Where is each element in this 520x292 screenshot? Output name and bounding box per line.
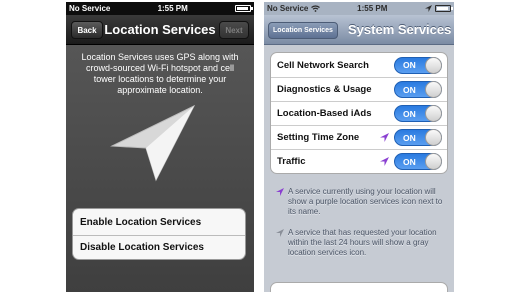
toggle-knob xyxy=(425,56,442,74)
toggle-state-label: ON xyxy=(403,84,416,95)
navigation-bar: Back Location Services Next xyxy=(66,15,254,45)
location-services-description: Location Services uses GPS along with cr… xyxy=(81,52,239,95)
toggle-state-label: ON xyxy=(403,60,416,70)
page-title: Location Services xyxy=(104,22,216,37)
system-services-screen: No Service 1:55 PM Location Services Sys… xyxy=(264,2,454,292)
back-button[interactable]: Location Services xyxy=(268,22,338,39)
service-row: Setting Time Zone ON xyxy=(271,125,447,149)
toggle-knob xyxy=(425,153,442,170)
purple-location-arrow-icon xyxy=(380,157,389,166)
service-label: Location-Based iAds xyxy=(277,108,372,119)
status-bar: No Service 1:55 PM xyxy=(264,2,454,15)
back-button[interactable]: Back xyxy=(71,21,103,39)
wifi-icon xyxy=(310,5,320,13)
toggle-knob xyxy=(425,129,442,146)
location-arrow-icon xyxy=(106,102,196,182)
service-row: Diagnostics & Usage ON xyxy=(271,77,447,101)
gray-icon-footnote: A service that has requested your locati… xyxy=(276,228,444,258)
clock: 1:55 PM xyxy=(157,4,188,13)
battery-icon xyxy=(434,5,453,12)
on-off-toggle[interactable]: ON xyxy=(394,129,442,146)
on-off-toggle[interactable]: ON xyxy=(394,56,442,74)
on-off-toggle[interactable]: ON xyxy=(394,153,442,170)
battery-icon xyxy=(235,5,253,12)
gray-location-arrow-icon xyxy=(276,229,284,237)
service-row: Traffic ON xyxy=(271,149,447,173)
purple-icon-footnote: A service currently using your location … xyxy=(276,187,444,217)
carrier-label: No Service xyxy=(267,4,320,13)
toggle-knob xyxy=(425,81,442,98)
on-off-toggle[interactable]: ON xyxy=(394,81,442,98)
status-bar: No Service 1:55 PM xyxy=(66,2,254,15)
setup-location-services-screen: No Service 1:55 PM Back Location Service… xyxy=(66,2,254,292)
purple-location-arrow-icon xyxy=(276,188,284,196)
toggle-knob xyxy=(425,105,442,122)
next-settings-group xyxy=(270,282,448,292)
service-label: Traffic xyxy=(277,156,306,167)
clock: 1:55 PM xyxy=(357,4,388,13)
toggle-state-label: ON xyxy=(403,132,416,143)
toggle-state-label: ON xyxy=(403,108,416,119)
service-row: Cell Network Search ON xyxy=(271,53,447,77)
toggle-state-label: ON xyxy=(403,156,416,167)
purple-location-arrow-icon xyxy=(380,133,389,142)
on-off-toggle[interactable]: ON xyxy=(394,105,442,122)
next-button[interactable]: Next xyxy=(219,21,249,39)
service-row: Location-Based iAds ON xyxy=(271,101,447,125)
location-options-group: Enable Location Services Disable Locatio… xyxy=(72,208,246,260)
location-arrow-icon xyxy=(424,5,432,12)
carrier-label: No Service xyxy=(69,4,111,13)
navigation-bar: Location Services System Services xyxy=(264,15,454,45)
system-services-list: Cell Network Search ON Diagnostics & Usage… xyxy=(270,52,448,174)
service-label: Setting Time Zone xyxy=(277,132,360,143)
service-label: Diagnostics & Usage xyxy=(277,84,372,95)
enable-location-services-option[interactable]: Enable Location Services xyxy=(73,209,245,235)
service-label: Cell Network Search xyxy=(277,59,369,71)
page-title: System Services xyxy=(348,22,452,37)
disable-location-services-option[interactable]: Disable Location Services xyxy=(73,235,245,259)
status-right xyxy=(424,5,453,12)
